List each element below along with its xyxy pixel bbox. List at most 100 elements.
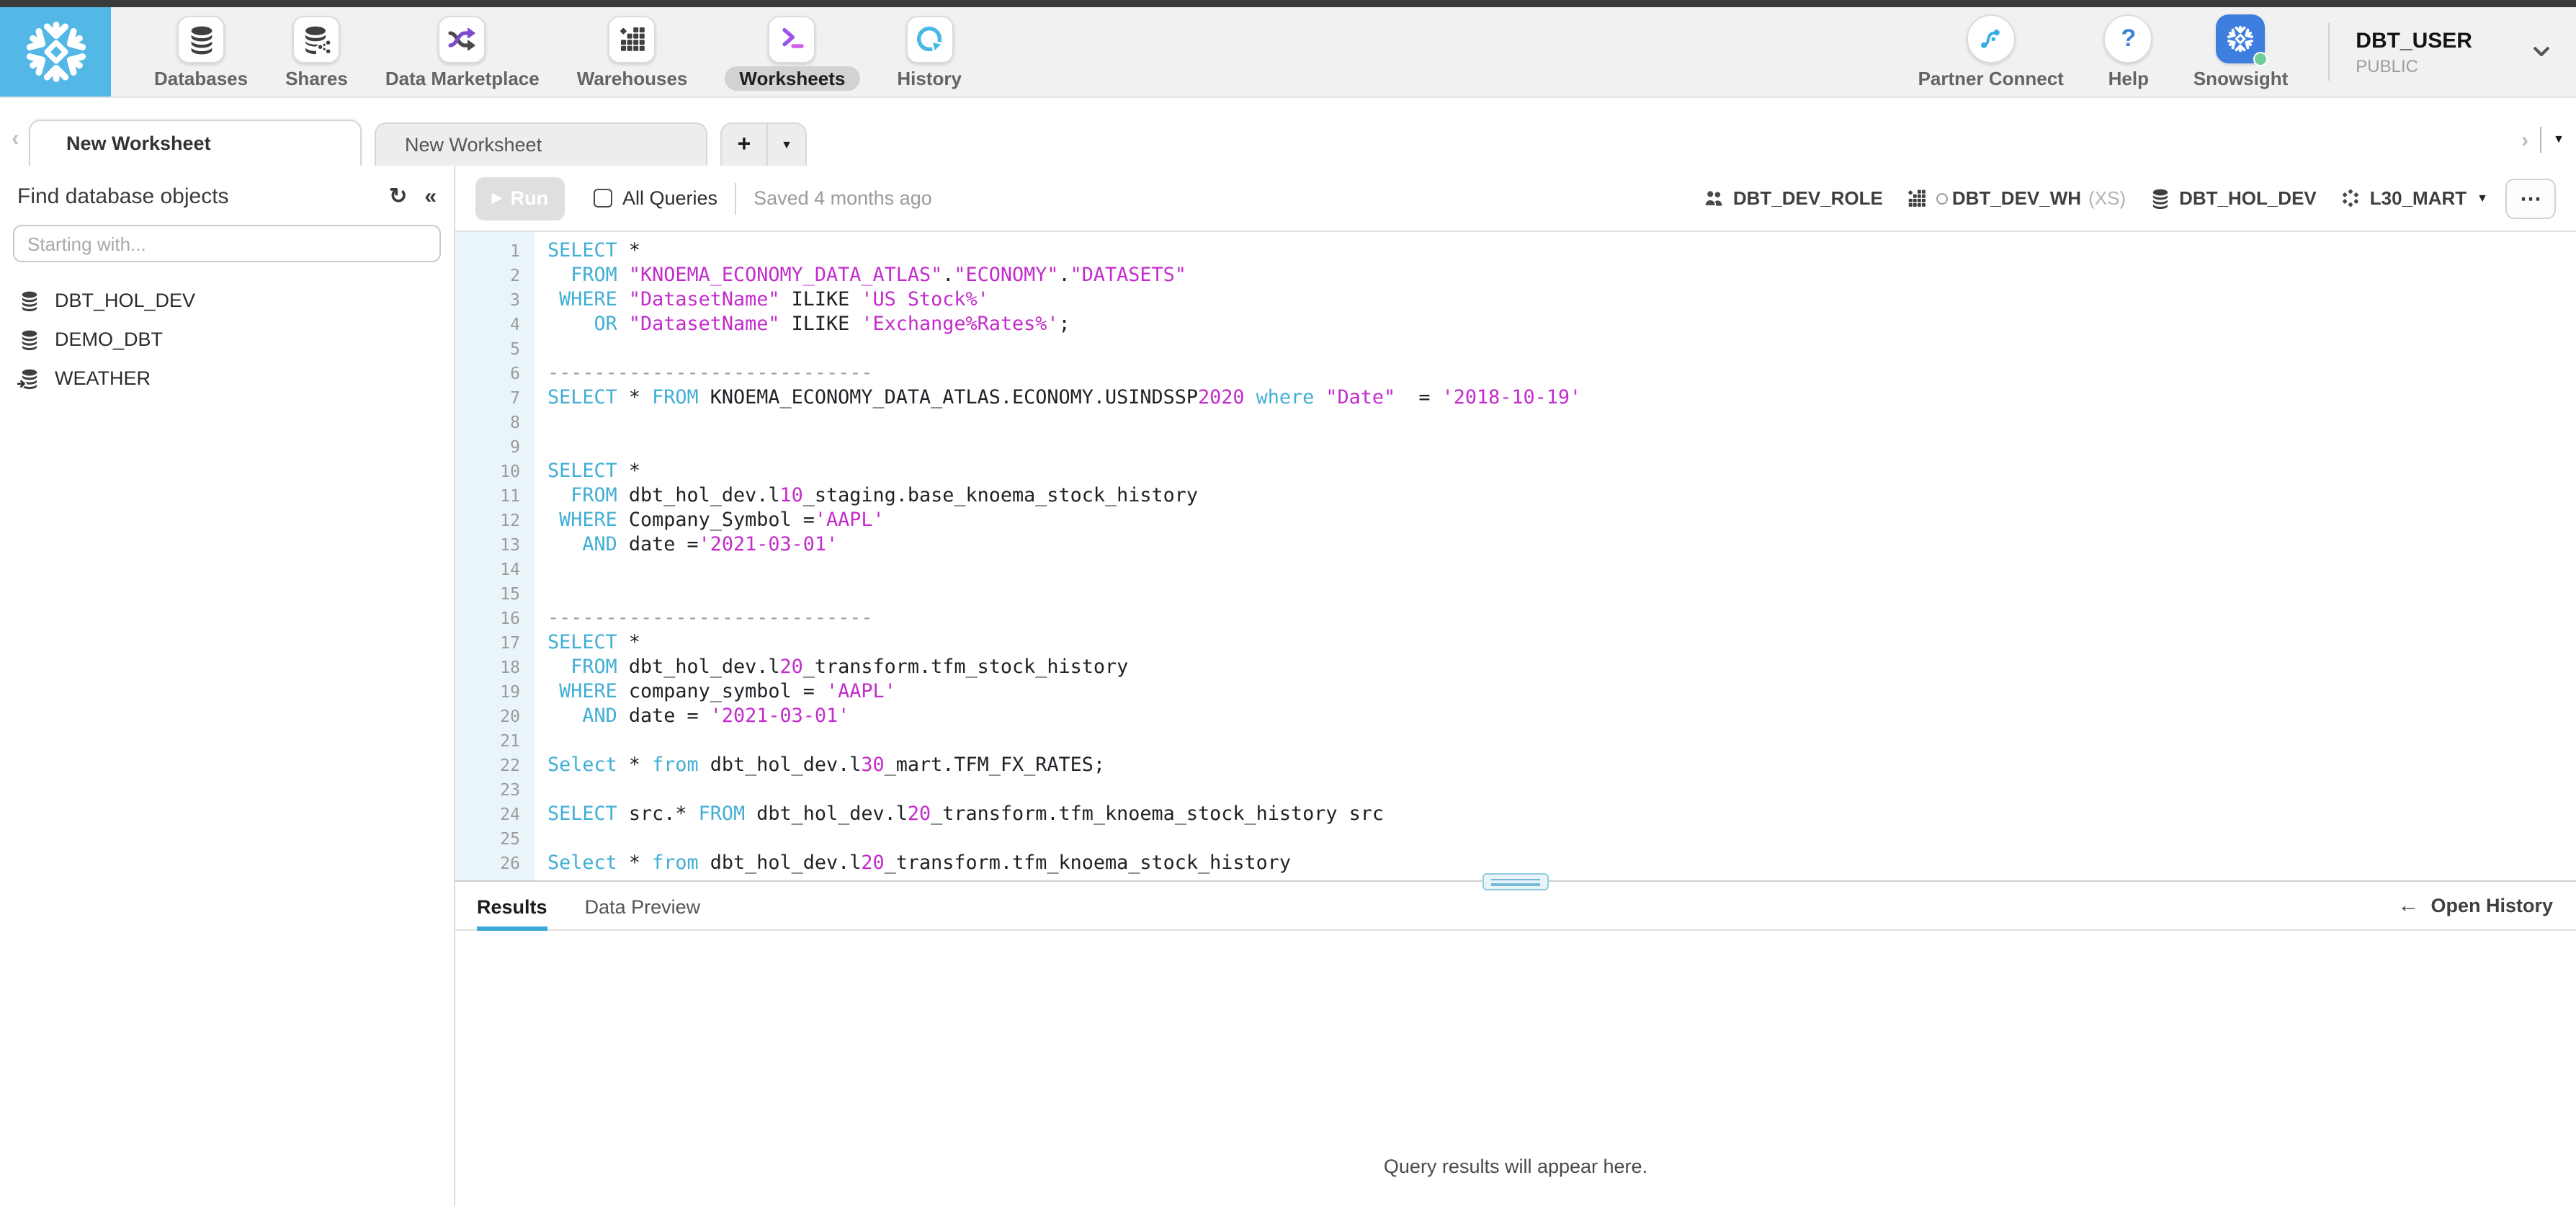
nav-item-history[interactable]: History	[897, 15, 962, 89]
code-line: 6 ----------------------------	[455, 362, 2576, 386]
warehouse-icon	[1905, 186, 1929, 210]
worksheet-tabbar: ‹ New Worksheet New Worksheet + ▼ › ▼	[0, 98, 2576, 166]
line-number: 19	[500, 682, 520, 702]
context-schema-selector[interactable]: L30_MART ▼	[2338, 186, 2488, 210]
code-lines: 1 SELECT * 2 FROM "KNOEMA_ECONOMY_DATA_ATL…	[455, 232, 2576, 876]
warehouse-status-ring	[1936, 192, 1948, 204]
nav-item-help[interactable]: ? Help	[2103, 14, 2153, 89]
database-icon	[17, 327, 42, 352]
database-item-weather[interactable]: WEATHER	[0, 359, 454, 398]
worksheet-panel: ▶ Run All Queries Saved 4 months ago DBT…	[455, 166, 2576, 1206]
line-number: 14	[500, 559, 520, 579]
line-number: 22	[500, 755, 520, 775]
context-role-selector[interactable]: DBT_DEV_ROLE	[1701, 186, 1883, 210]
worksheet-tab-1-active[interactable]: New Worksheet	[29, 120, 362, 166]
main-nav: Databases Shares Data Marketplace Warehou…	[154, 7, 962, 97]
refresh-icon[interactable]: ↻	[389, 186, 407, 207]
code-line: 1 SELECT *	[455, 239, 2576, 264]
code-text: ----------------------------	[547, 608, 873, 630]
user-menu[interactable]: DBT_USER PUBLIC	[2356, 28, 2472, 76]
line-number: 7	[510, 388, 520, 408]
code-text: Select * from dbt_hol_dev.l20_transform.…	[547, 853, 1291, 875]
all-queries-checkbox[interactable]	[594, 189, 612, 207]
database-search-input[interactable]	[13, 225, 441, 262]
results-tab-results[interactable]: Results	[477, 882, 547, 931]
nav-item-worksheets[interactable]: Worksheets	[725, 15, 860, 90]
tabbar-divider	[2540, 127, 2542, 153]
shared-database-icon	[17, 366, 42, 390]
open-history-button[interactable]: ← Open History	[2397, 895, 2576, 916]
nav-label-snowsight: Snowsight	[2193, 68, 2289, 89]
line-number: 10	[500, 461, 520, 481]
code-text: SELECT *	[547, 633, 640, 654]
code-line: 11 FROM dbt_hol_dev.l10_staging.base_kno…	[455, 484, 2576, 509]
nav-item-snowsight[interactable]: Snowsight	[2193, 14, 2288, 89]
run-button[interactable]: ▶ Run	[475, 177, 565, 220]
splitter-drag-handle[interactable]	[1482, 873, 1549, 890]
warehouse-size: (XS)	[2088, 187, 2126, 209]
database-item-demo_dbt[interactable]: DEMO_DBT	[0, 320, 454, 359]
results-empty-message: Query results will appear here.	[1383, 1156, 1648, 1177]
code-text: OR "DatasetName" ILIKE 'Exchange%Rates%'…	[594, 314, 1070, 336]
snowflake-logo[interactable]	[0, 7, 111, 97]
sidebar-title: Find database objects	[17, 184, 229, 209]
worksheet-tabs: New Worksheet New Worksheet	[29, 120, 707, 166]
new-worksheet-button[interactable]: +	[720, 122, 768, 166]
nav-item-partner-connect[interactable]: Partner Connect	[1918, 14, 2064, 89]
context-database-selector[interactable]: DBT_HOL_DEV	[2147, 186, 2317, 210]
toolbar-divider	[735, 182, 737, 214]
nav-item-databases[interactable]: Databases	[154, 15, 248, 89]
database-sidebar: Find database objects ↻ « DBT_HOL_DEV DE…	[0, 166, 455, 1206]
tab-scroll-left-icon[interactable]: ‹	[12, 128, 19, 151]
code-line: 4 OR "DatasetName" ILIKE 'Exchange%Rates…	[455, 313, 2576, 337]
code-text: FROM dbt_hol_dev.l10_staging.base_knoema…	[571, 486, 1198, 507]
code-line: 2 FROM "KNOEMA_ECONOMY_DATA_ATLAS"."ECON…	[455, 264, 2576, 288]
code-line: 21	[455, 729, 2576, 754]
line-number: 6	[510, 363, 520, 383]
more-options-button[interactable]: ⋯	[2505, 178, 2556, 218]
line-number: 24	[500, 804, 520, 824]
nav-right-items: Partner Connect ? Help Snowsight	[1918, 14, 2329, 89]
line-number: 8	[510, 412, 520, 432]
worksheet-tab-2[interactable]: New Worksheet	[375, 122, 707, 166]
user-role: PUBLIC	[2356, 55, 2418, 76]
context-label: DBT_DEV_ROLE	[1732, 187, 1883, 209]
marketplace-icon	[438, 15, 486, 63]
code-text: WHERE "DatasetName" ILIKE 'US Stock%'	[559, 290, 989, 311]
nav-label-shares: Shares	[285, 67, 348, 89]
code-text: SELECT src.* FROM dbt_hol_dev.l20_transf…	[547, 804, 1384, 826]
collapse-sidebar-icon[interactable]: «	[424, 186, 437, 207]
database-item-dbt_hol_dev[interactable]: DBT_HOL_DEV	[0, 281, 454, 320]
code-line: 25	[455, 827, 2576, 852]
context-warehouse-selector[interactable]: DBT_DEV_WH (XS)	[1905, 186, 2126, 210]
snowflake-icon	[22, 19, 89, 85]
tab-overflow-caret-icon[interactable]: ▼	[2553, 133, 2564, 146]
chevron-down-icon[interactable]	[2530, 40, 2553, 63]
results-tab-data-preview[interactable]: Data Preview	[585, 882, 701, 931]
line-number: 25	[500, 828, 520, 849]
nav-item-shares[interactable]: Shares	[285, 15, 348, 89]
tabbar-right-controls: › ▼	[2521, 127, 2564, 153]
all-queries-label: All Queries	[622, 187, 718, 209]
nav-item-data-marketplace[interactable]: Data Marketplace	[385, 15, 540, 89]
worksheet-list-dropdown[interactable]: ▼	[768, 122, 807, 166]
nav-label-history: History	[897, 67, 962, 89]
code-line: 20 AND date = '2021-03-01'	[455, 705, 2576, 729]
tab-scroll-right-icon[interactable]: ›	[2521, 129, 2528, 151]
nav-label-warehouses: Warehouses	[576, 67, 688, 89]
snowsight-icon	[2216, 14, 2268, 66]
sql-editor[interactable]: 1 SELECT * 2 FROM "KNOEMA_ECONOMY_DATA_ATL…	[455, 232, 2576, 880]
code-text: SELECT *	[547, 241, 640, 262]
line-number: 13	[500, 535, 520, 555]
code-line: 24 SELECT src.* FROM dbt_hol_dev.l20_tran…	[455, 803, 2576, 827]
context-label: L30_MART	[2369, 187, 2467, 209]
nav-item-warehouses[interactable]: Warehouses	[576, 15, 688, 89]
code-line: 9	[455, 435, 2576, 460]
panel-splitter	[455, 873, 2576, 890]
database-name: DBT_HOL_DEV	[55, 290, 196, 311]
line-number: 5	[510, 339, 520, 359]
shares-icon	[292, 15, 341, 63]
code-line: 5	[455, 337, 2576, 362]
code-text: FROM dbt_hol_dev.l20_transform.tfm_stock…	[571, 657, 1129, 679]
